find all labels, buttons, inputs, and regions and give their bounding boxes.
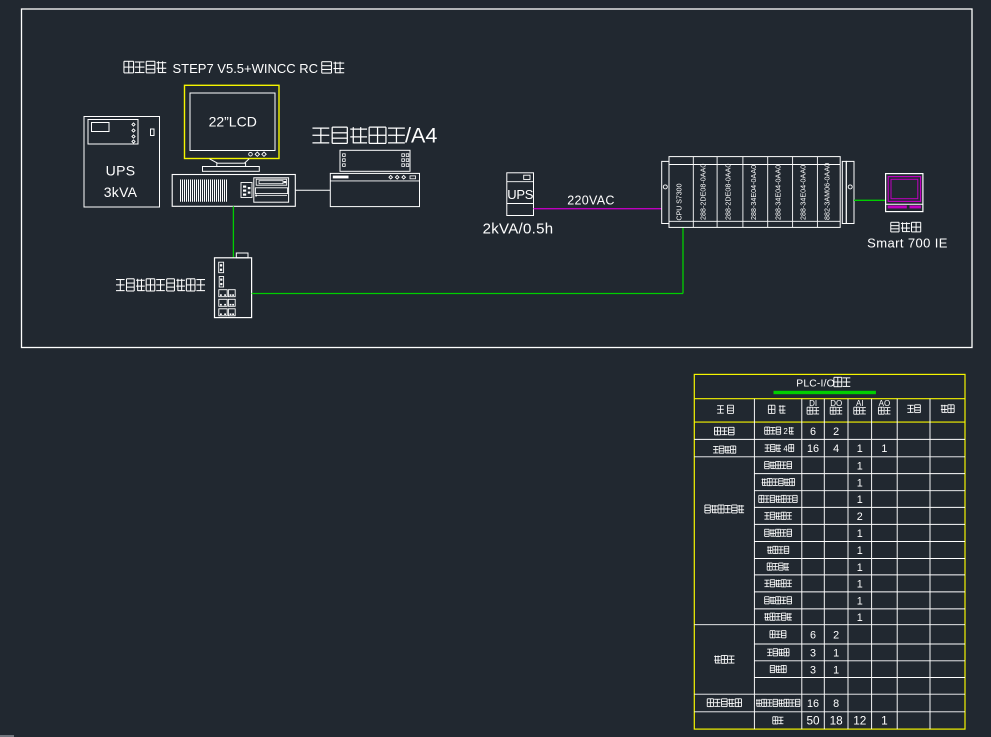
svg-text:2: 2 — [783, 427, 788, 436]
svg-text:6: 6 — [810, 426, 816, 438]
svg-text:2: 2 — [857, 511, 863, 523]
svg-text:4: 4 — [783, 444, 788, 453]
svg-text:3: 3 — [810, 664, 816, 676]
svg-text:UPS: UPS — [106, 162, 136, 178]
svg-text:1: 1 — [857, 443, 863, 455]
svg-text:16: 16 — [807, 698, 819, 710]
svg-text:50: 50 — [806, 714, 820, 728]
svg-text:1: 1 — [857, 612, 863, 624]
svg-text:1: 1 — [857, 562, 863, 574]
svg-text:220VAC: 220VAC — [567, 193, 614, 207]
svg-text:PLC-I/O: PLC-I/O — [796, 378, 835, 389]
svg-text:1: 1 — [857, 596, 863, 608]
svg-text:288-2DE08-0AA0: 288-2DE08-0AA0 — [724, 164, 733, 220]
svg-text:DI: DI — [809, 399, 817, 408]
svg-text:Smart 700 IE: Smart 700 IE — [867, 236, 948, 251]
svg-text:1: 1 — [881, 714, 888, 728]
svg-text:AO: AO — [879, 399, 891, 408]
svg-text:CPU S7300: CPU S7300 — [677, 183, 684, 220]
svg-text:4: 4 — [833, 443, 839, 455]
svg-text:1: 1 — [857, 460, 863, 472]
svg-text:3: 3 — [810, 648, 816, 660]
svg-text:1: 1 — [857, 545, 863, 557]
svg-text:882-3AM06-0AA0: 882-3AM06-0AA0 — [822, 163, 831, 220]
svg-text:/A4: /A4 — [405, 123, 437, 147]
svg-text:STEP7 V5.5+WINCC RC: STEP7 V5.5+WINCC RC — [173, 61, 319, 76]
svg-text:UPS: UPS — [507, 187, 533, 202]
svg-text:18: 18 — [830, 714, 844, 728]
svg-text:12: 12 — [853, 714, 866, 728]
svg-text:288-34E04-0AA0: 288-34E04-0AA0 — [774, 165, 783, 220]
svg-text:2: 2 — [833, 629, 839, 641]
svg-text:1: 1 — [857, 477, 863, 489]
svg-text:1: 1 — [857, 579, 863, 591]
svg-text:8: 8 — [833, 698, 839, 710]
svg-text:1: 1 — [833, 664, 839, 676]
svg-text:1: 1 — [881, 443, 887, 455]
svg-text:6: 6 — [810, 629, 816, 641]
svg-text:22”LCD: 22”LCD — [209, 114, 257, 130]
svg-text:288-34E04-0AA0: 288-34E04-0AA0 — [799, 165, 808, 220]
svg-text:DO: DO — [830, 399, 842, 408]
svg-text:AI: AI — [856, 399, 864, 408]
svg-text:1: 1 — [857, 528, 863, 540]
svg-text:2: 2 — [833, 426, 839, 438]
svg-text:1: 1 — [833, 648, 839, 660]
svg-text:2kVA/0.5h: 2kVA/0.5h — [483, 221, 554, 238]
svg-text:3kVA: 3kVA — [104, 184, 138, 200]
svg-text:288-2DE08-0AA0: 288-2DE08-0AA0 — [699, 164, 708, 220]
svg-text:288-34E04-0AA0: 288-34E04-0AA0 — [749, 165, 758, 220]
svg-text:16: 16 — [807, 443, 819, 455]
svg-text:1: 1 — [857, 494, 863, 506]
